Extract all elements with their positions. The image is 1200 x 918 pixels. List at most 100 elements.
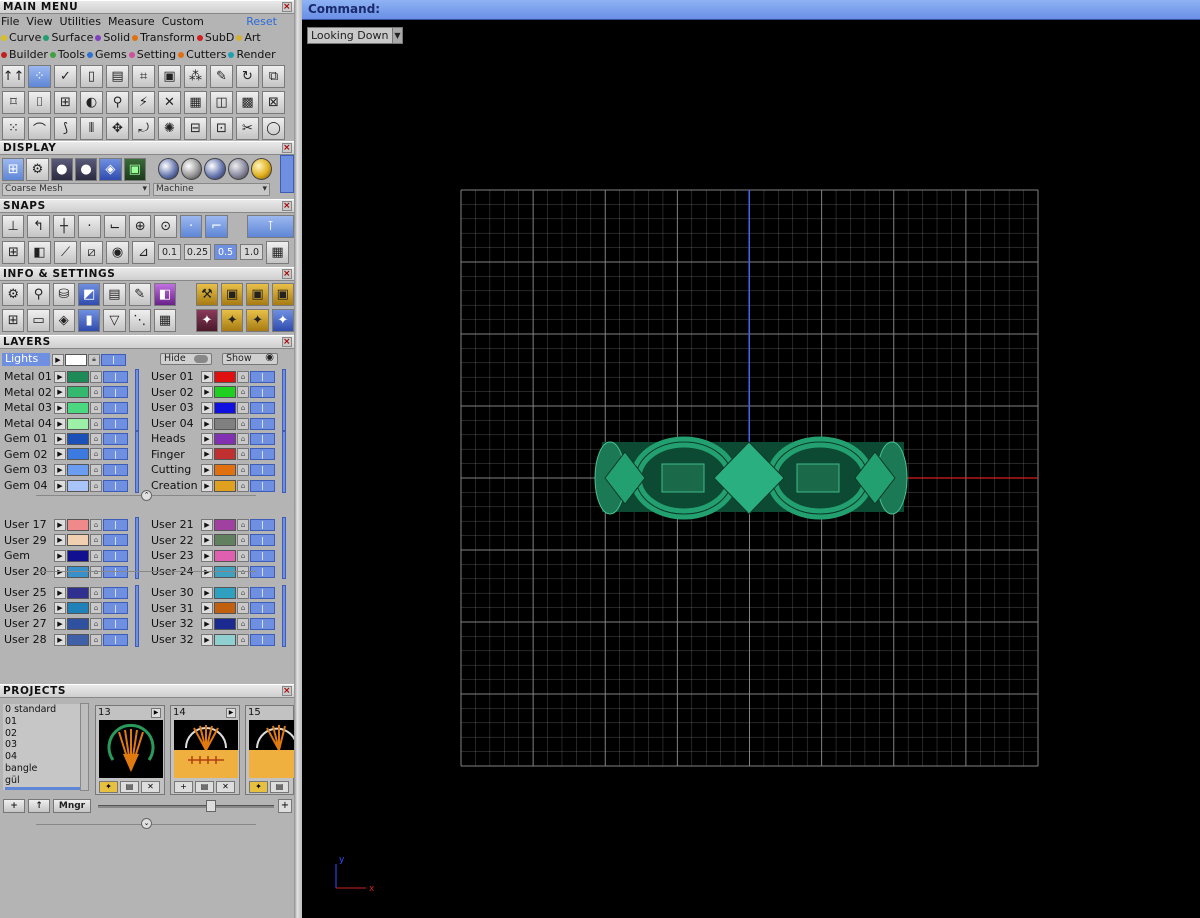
snap-value-1[interactable]: 0.25 <box>184 244 211 260</box>
play-icon[interactable]: ▶ <box>54 432 66 445</box>
layer-name[interactable]: Creation <box>151 479 201 492</box>
layer-group-toggle[interactable] <box>282 431 286 493</box>
layer-name[interactable]: User 28 <box>4 633 54 646</box>
layer-color-swatch[interactable] <box>214 479 236 492</box>
tool-gold-2-icon[interactable]: ▣ <box>221 282 244 306</box>
metal-sphere-icon[interactable] <box>204 158 226 180</box>
layer-color-swatch[interactable] <box>214 417 236 430</box>
lock-icon[interactable]: ⌂ <box>237 448 249 461</box>
layer-color-swatch[interactable] <box>67 617 89 630</box>
layer-name[interactable]: Heads <box>151 432 201 445</box>
texture-icon[interactable]: ▣ <box>123 157 146 181</box>
layer-color-swatch[interactable] <box>214 370 236 383</box>
visibility-toggle[interactable]: | <box>250 633 275 646</box>
category-transform[interactable]: Transform <box>132 31 195 44</box>
layer-name[interactable]: User 25 <box>4 586 54 599</box>
layer-color-swatch[interactable] <box>214 463 236 476</box>
matrix-icon[interactable]: ▩ <box>236 90 259 114</box>
layer-name[interactable]: User 27 <box>4 617 54 630</box>
project-item[interactable]: 02 <box>5 728 87 740</box>
layer-color-swatch[interactable] <box>67 518 89 531</box>
purple-cube-icon[interactable]: ◧ <box>153 282 177 306</box>
lock-icon[interactable]: ⌂ <box>237 549 249 562</box>
delete-icon[interactable]: ✕ <box>141 781 160 793</box>
hide-button[interactable]: Hide <box>160 353 212 365</box>
reset-button[interactable]: Reset <box>246 15 277 28</box>
snap-circle-icon[interactable]: ⊙ <box>154 214 177 238</box>
layer-name[interactable]: Gem 02 <box>4 448 54 461</box>
play-icon[interactable]: ▶ <box>54 417 66 430</box>
lock-icon[interactable]: ⌂ <box>237 432 249 445</box>
layer-group-toggle[interactable] <box>135 517 139 579</box>
layer-color-swatch[interactable] <box>67 534 89 547</box>
table-icon[interactable]: ▦ <box>184 90 207 114</box>
chrome-sphere-icon[interactable] <box>180 158 203 180</box>
calculator-icon[interactable]: ▦ <box>153 308 177 332</box>
monitor-icon[interactable]: ▭ <box>27 308 50 332</box>
project-thumbnail[interactable]: 14 ▶ + ▤ ✕ <box>170 705 240 795</box>
snap-grid-settings-icon[interactable]: ▦ <box>266 240 289 264</box>
lock-icon[interactable]: ⌂ <box>90 602 102 615</box>
half-icon[interactable]: ◐ <box>80 90 103 114</box>
plane-snap-icon[interactable]: ⧄ <box>80 240 103 264</box>
scatter-icon[interactable]: ⁂ <box>184 64 207 88</box>
visibility-toggle[interactable]: | <box>103 518 128 531</box>
snap-line-icon[interactable]: ⌐ <box>205 214 228 238</box>
delete-icon[interactable]: ✕ <box>216 781 235 793</box>
play-icon[interactable]: ▶ <box>201 586 213 599</box>
project-thumbnail[interactable]: 13 ▶ ✦ ▤ ✕ <box>95 705 165 795</box>
lock-icon[interactable]: ⌂ <box>90 370 102 383</box>
menu-view[interactable]: View <box>26 15 52 28</box>
layer-color-swatch[interactable] <box>214 448 236 461</box>
play-icon[interactable]: ▶ <box>54 602 66 615</box>
category-surface[interactable]: Surface <box>43 31 93 44</box>
grid-snap-icon[interactable]: ⊞ <box>2 240 25 264</box>
close-icon[interactable]: × <box>282 337 292 347</box>
ring-icon[interactable]: ◯ <box>262 116 285 140</box>
layer-group-toggle[interactable] <box>282 585 286 647</box>
category-tools[interactable]: Tools <box>49 48 85 61</box>
layer-color-swatch[interactable] <box>214 549 236 562</box>
crop-icon[interactable]: ⌑ <box>2 90 25 114</box>
run-icon[interactable]: ⚲ <box>106 90 129 114</box>
lock-icon[interactable]: ⌂ <box>237 534 249 547</box>
play-icon[interactable]: ▶ <box>201 417 213 430</box>
visibility-toggle[interactable]: | <box>103 617 128 630</box>
add-icon[interactable]: + <box>174 781 193 793</box>
category-subd[interactable]: SubD <box>196 31 234 44</box>
play-icon[interactable]: ▶ <box>54 633 66 646</box>
project-list[interactable]: 0 standard 01 02 03 04 bangle gül <box>3 704 87 790</box>
brush-icon[interactable]: ✎ <box>210 64 233 88</box>
zoom-plus-icon[interactable]: + <box>278 799 292 813</box>
lock-icon[interactable]: ⌂ <box>90 479 102 492</box>
visibility-toggle[interactable]: | <box>250 370 275 383</box>
visibility-toggle[interactable]: | <box>103 534 128 547</box>
tool-gold-4-icon[interactable]: ▣ <box>271 282 294 306</box>
delete-icon[interactable]: ✂ <box>236 116 259 140</box>
lock-icon[interactable]: ⌂ <box>90 401 102 414</box>
menu-file[interactable]: File <box>1 15 19 28</box>
snap-cross-icon[interactable]: ┼ <box>52 214 76 238</box>
lock-icon[interactable]: ⌂ <box>237 370 249 383</box>
visibility-toggle[interactable]: | <box>103 401 128 414</box>
menu-custom[interactable]: Custom <box>162 15 204 28</box>
cube-info-icon[interactable]: ◩ <box>77 282 101 306</box>
layer-name[interactable]: Gem 01 <box>4 432 54 445</box>
check-icon[interactable]: ✓ <box>54 64 77 88</box>
play-icon[interactable]: ▶ <box>201 549 213 562</box>
project-item[interactable]: 04 <box>5 751 87 763</box>
visibility-toggle[interactable]: | <box>103 417 128 430</box>
layer-group-toggle[interactable] <box>282 517 286 579</box>
cube-snap-icon[interactable]: ◧ <box>28 240 51 264</box>
layer-name[interactable]: Metal 04 <box>4 417 54 430</box>
layer-name[interactable]: User 31 <box>151 602 201 615</box>
visibility-toggle[interactable]: | <box>250 463 275 476</box>
layer-name[interactable]: Metal 01 <box>4 370 54 383</box>
layer-color-swatch[interactable] <box>214 401 236 414</box>
project-thumbnail[interactable]: 15 ✦ ▤ <box>245 705 294 795</box>
edit-icon[interactable]: ✎ <box>128 282 151 306</box>
clone-icon[interactable]: ⧉ <box>262 64 285 88</box>
lock-icon[interactable]: ⌂ <box>237 586 249 599</box>
figure-icon[interactable]: ⚡ <box>132 90 155 114</box>
thumbnail-size-slider-handle[interactable] <box>206 800 216 812</box>
